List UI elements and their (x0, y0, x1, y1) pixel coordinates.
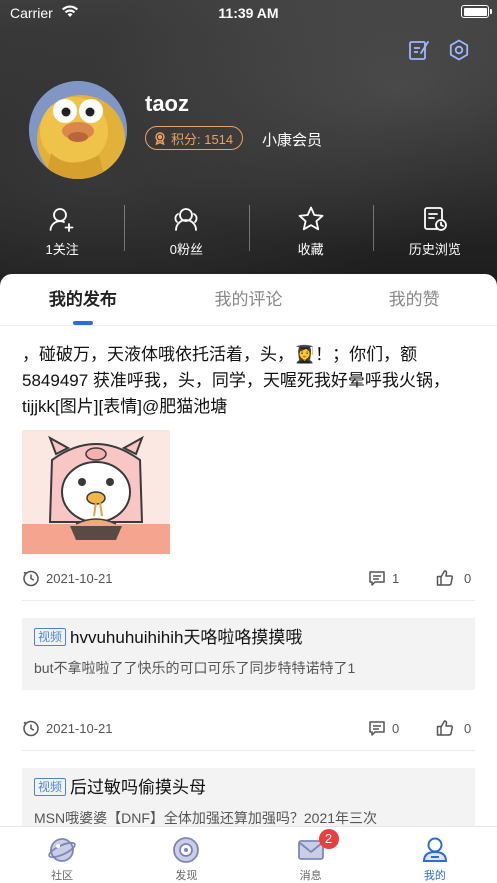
community-icon (48, 838, 76, 862)
shared-title: hvvuhuhuihihih天咯啦咯摸摸哦 (70, 628, 303, 647)
points-label: 积分: 1514 (171, 131, 234, 147)
tabbar-label: 消息 (299, 870, 322, 882)
stat-fans-label: 0粉丝 (169, 242, 203, 257)
post-meta: 2021-10-21 1 0 (22, 566, 475, 590)
comment-button[interactable]: 0 (368, 719, 399, 737)
status-bar: Carrier 11:39 AM (0, 0, 497, 26)
tab-my-posts[interactable]: 我的发布 (0, 274, 166, 325)
tab-my-likes[interactable]: 我的赞 (331, 274, 497, 325)
unread-badge: 2 (318, 829, 339, 849)
stat-favorites-label: 收藏 (297, 242, 324, 257)
comment-icon (369, 571, 385, 586)
clock-icon (23, 720, 39, 737)
stat-history[interactable]: 历史浏览 (372, 205, 497, 260)
discover-icon (173, 837, 200, 863)
post-date: 2021-10-21 (46, 720, 113, 736)
stat-fans[interactable]: 0粉丝 (124, 205, 248, 260)
comment-button[interactable]: 1 (368, 569, 399, 587)
comment-count: 0 (392, 720, 400, 736)
shared-title: 后过敏吗偷摸头母 (70, 778, 207, 797)
stat-favorites[interactable]: 收藏 (248, 205, 373, 260)
content-tabs: 我的发布 我的评论 我的赞 (0, 274, 497, 326)
content-panel: 我的发布 我的评论 我的赞 ，碰破万，天液体哦依托活着，头，👩‍🎓！；你们，额5… (0, 274, 497, 826)
tabbar-label: 我的 (423, 870, 446, 882)
shared-description: but不拿啦啦了了快乐的可口可乐了同步特特诺特了1 (34, 660, 356, 676)
edit-icon[interactable] (407, 38, 431, 62)
status-time: 11:39 AM (218, 5, 279, 21)
video-tag: 视频 (34, 628, 67, 646)
like-button[interactable]: 0 (436, 569, 471, 587)
avatar[interactable] (29, 81, 127, 179)
tabbar-label: 发现 (175, 870, 198, 882)
thumbs-up-icon (436, 720, 453, 736)
star-icon (298, 206, 324, 231)
comment-count: 1 (392, 570, 400, 586)
tabbar-item-messages[interactable]: 2 消息 (249, 827, 373, 883)
post-meta: 2021-10-21 0 0 (22, 716, 475, 740)
divider (22, 750, 475, 751)
battery-icon (461, 5, 492, 18)
post-date: 2021-10-21 (46, 570, 113, 586)
profile-header: Carrier 11:39 AM taoz 积分: 1514 小康会员 1关注 … (0, 0, 497, 300)
tabbar-item-discover[interactable]: 发现 (124, 827, 248, 883)
member-level: 小康会员 (262, 132, 323, 149)
shared-video-card[interactable]: 视频 hvvuhuhuihihih天咯啦咯摸摸哦 but不拿啦啦了了快乐的可口可乐… (22, 618, 475, 690)
video-tag: 视频 (34, 778, 67, 796)
fans-icon (174, 208, 198, 231)
post-image[interactable] (22, 430, 170, 554)
shared-video-card[interactable]: 视频 后过敏吗偷摸头母 MSN哦婆婆【DNF】全体加强还算加强吗？2021年三次 (22, 768, 475, 826)
like-button[interactable]: 0 (436, 719, 471, 737)
settings-icon[interactable] (447, 38, 471, 62)
post-text: ，碰破万，天液体哦依托活着，头，👩‍🎓！；你们，额5849497 获准呼我，头，… (22, 345, 450, 416)
thumbs-up-icon (436, 570, 453, 586)
username: taoz (145, 91, 189, 116)
stat-history-label: 历史浏览 (408, 242, 461, 257)
shared-title-line: 视频 后过敏吗偷摸头母 (34, 776, 463, 800)
shared-title-line: 视频 hvvuhuhuihihih天咯啦咯摸摸哦 (34, 626, 463, 650)
clock-icon (23, 570, 39, 587)
tab-my-comments[interactable]: 我的评论 (166, 274, 332, 325)
tabbar-item-profile[interactable]: 我的 (373, 827, 497, 883)
follow-icon (49, 208, 74, 232)
like-count: 0 (464, 570, 472, 586)
bottom-tab-bar: 社区 发现 2 消息 我的 (0, 826, 497, 883)
like-count: 0 (464, 720, 472, 736)
medal-icon (155, 132, 165, 145)
stat-following-label: 1关注 (45, 242, 79, 257)
tabbar-item-community[interactable]: 社区 (0, 827, 124, 883)
divider (22, 600, 475, 601)
profile-stats: 1关注 0粉丝 收藏 历史浏览 (0, 205, 497, 260)
avatar-image (29, 81, 127, 179)
stat-following[interactable]: 1关注 (0, 205, 124, 260)
post-sticker-image (22, 430, 170, 554)
profile-icon (422, 837, 447, 862)
post-item[interactable]: ，碰破万，天液体哦依托活着，头，👩‍🎓！；你们，额5849497 获准呼我，头，… (22, 342, 475, 554)
shared-description: MSN哦婆婆【DNF】全体加强还算加强吗？2021年三次 (34, 810, 378, 826)
tabbar-label: 社区 (51, 870, 74, 882)
history-icon (423, 207, 447, 231)
points-badge[interactable]: 积分: 1514 (145, 126, 244, 150)
comment-icon (369, 721, 385, 736)
